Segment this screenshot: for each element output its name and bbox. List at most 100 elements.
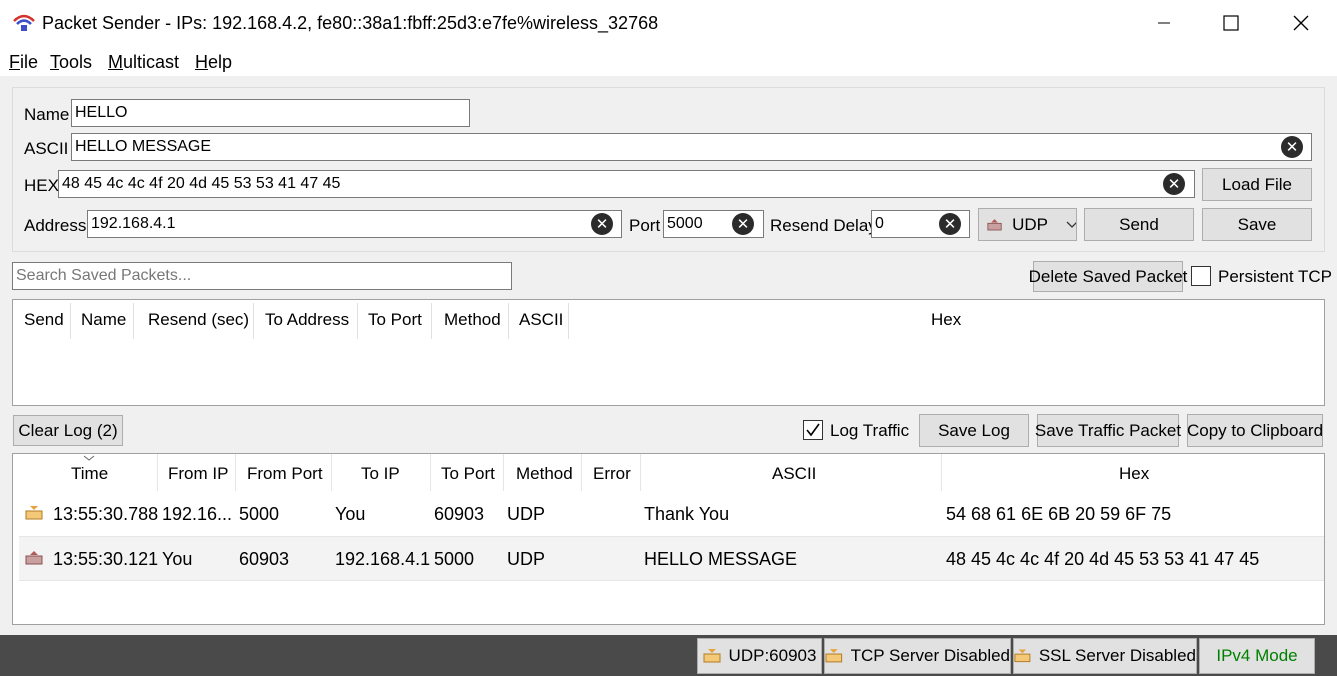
port-label: Port bbox=[629, 216, 661, 235]
cell-hex: 54 68 61 6E 6B 20 59 6F 75 bbox=[946, 504, 1172, 524]
sent-packet-icon bbox=[987, 218, 1002, 230]
save-traffic-packet-button[interactable]: Save Traffic Packet bbox=[1035, 414, 1181, 447]
hex-field[interactable]: 48 45 4c 4c 4f 20 4d 45 53 53 41 47 45 bbox=[58, 170, 1195, 198]
column-divider bbox=[508, 303, 509, 339]
cell-ascii: Thank You bbox=[644, 504, 730, 524]
clear-port-icon[interactable]: ✕ bbox=[732, 213, 754, 235]
traffic-log-table[interactable]: Time From IP From Port To IP To Port Met… bbox=[12, 453, 1325, 625]
column-header[interactable]: ASCII bbox=[519, 310, 563, 330]
cell-from-port: 5000 bbox=[239, 504, 280, 524]
name-label: Name bbox=[24, 105, 70, 124]
search-saved-packets-input[interactable]: Search Saved Packets... bbox=[12, 262, 512, 290]
ipv4-mode-button[interactable]: IPv4 Mode bbox=[1199, 638, 1315, 674]
column-header[interactable]: Time bbox=[71, 464, 108, 484]
maximize-icon bbox=[1223, 15, 1239, 31]
ascii-label: ASCII bbox=[24, 139, 69, 158]
column-divider bbox=[357, 303, 358, 339]
column-header[interactable]: To Port bbox=[441, 464, 495, 484]
title-bar: Packet Sender - IPs: 192.168.4.2, fe80::… bbox=[0, 0, 1337, 46]
send-button[interactable]: Send bbox=[1084, 208, 1194, 241]
column-header[interactable]: To IP bbox=[361, 464, 400, 484]
column-header[interactable]: From IP bbox=[168, 464, 228, 484]
cell-to-port: 5000 bbox=[434, 549, 475, 569]
cell-to-ip: 192.168.4.1 bbox=[335, 549, 431, 569]
resend-delay-label: Resend Delay bbox=[770, 216, 877, 235]
close-button[interactable] bbox=[1278, 0, 1324, 46]
cell-ascii: HELLO MESSAGE bbox=[644, 549, 798, 569]
column-header[interactable]: Error bbox=[593, 464, 631, 484]
tcp-status-button[interactable]: TCP Server Disabled bbox=[824, 638, 1011, 674]
cell-time: 13:55:30.121 bbox=[53, 549, 159, 569]
hex-label: HEX bbox=[24, 176, 59, 195]
column-divider bbox=[70, 303, 71, 339]
tcp-tag-icon bbox=[825, 649, 843, 663]
clear-resend-icon[interactable]: ✕ bbox=[939, 213, 961, 235]
sort-indicator-icon bbox=[83, 455, 95, 461]
clear-ascii-icon[interactable]: ✕ bbox=[1281, 136, 1303, 158]
column-divider bbox=[133, 303, 134, 339]
window-title: Packet Sender - IPs: 192.168.4.2, fe80::… bbox=[42, 13, 659, 33]
column-header[interactable]: From Port bbox=[247, 464, 323, 484]
column-header[interactable]: Resend (sec) bbox=[148, 310, 249, 330]
column-header[interactable]: Hex bbox=[931, 310, 961, 330]
column-header[interactable]: Hex bbox=[1119, 464, 1149, 484]
cell-method: UDP bbox=[507, 504, 546, 524]
menu-file[interactable]: File bbox=[9, 52, 38, 73]
method-value: UDP bbox=[1012, 214, 1048, 234]
method-select[interactable]: UDP bbox=[978, 208, 1077, 241]
menu-help[interactable]: Help bbox=[195, 52, 232, 73]
load-file-button[interactable]: Load File bbox=[1202, 168, 1312, 201]
cell-to-port: 60903 bbox=[434, 504, 485, 524]
ssl-status-button[interactable]: SSL Server Disabled bbox=[1013, 638, 1197, 674]
udp-status-label: UDP:60903 bbox=[728, 646, 817, 665]
minimize-icon bbox=[1158, 22, 1170, 24]
cell-hex: 48 45 4c 4c 4f 20 4d 45 53 53 41 47 45 bbox=[946, 549, 1260, 569]
persistent-tcp-checkbox[interactable] bbox=[1191, 266, 1211, 286]
column-header[interactable]: Method bbox=[516, 464, 573, 484]
menu-bar: File Tools Multicast Help bbox=[0, 46, 1337, 76]
saved-packets-table[interactable]: Send Name Resend (sec) To Address To Por… bbox=[12, 299, 1325, 406]
column-divider bbox=[253, 303, 254, 339]
column-header[interactable]: Name bbox=[81, 310, 126, 330]
received-packet-icon bbox=[25, 506, 43, 520]
minimize-button[interactable] bbox=[1141, 0, 1187, 46]
tcp-status-label: TCP Server Disabled bbox=[850, 646, 1010, 665]
log-traffic-checkbox[interactable] bbox=[803, 420, 823, 440]
clear-log-button[interactable]: Clear Log (2) bbox=[13, 415, 123, 446]
column-header[interactable]: Send bbox=[24, 310, 64, 330]
column-header[interactable]: ASCII bbox=[772, 464, 816, 484]
close-icon bbox=[1293, 15, 1309, 31]
clear-hex-icon[interactable]: ✕ bbox=[1163, 173, 1185, 195]
udp-status-button[interactable]: UDP:60903 bbox=[697, 638, 822, 674]
checkmark-icon bbox=[806, 423, 820, 437]
delete-saved-packet-button[interactable]: Delete Saved Packet bbox=[1029, 261, 1187, 292]
cell-from-port: 60903 bbox=[239, 549, 290, 569]
ascii-field[interactable]: HELLO MESSAGE bbox=[71, 133, 1312, 161]
column-header[interactable]: To Port bbox=[368, 310, 422, 330]
log-traffic-label: Log Traffic bbox=[830, 421, 910, 440]
chevron-down-icon bbox=[1066, 221, 1076, 228]
menu-tools[interactable]: Tools bbox=[50, 52, 92, 73]
cell-to-ip: You bbox=[335, 504, 366, 524]
save-button[interactable]: Save bbox=[1202, 208, 1312, 241]
column-header[interactable]: Method bbox=[444, 310, 501, 330]
ssl-tag-icon bbox=[1014, 649, 1031, 663]
cell-time: 13:55:30.788 bbox=[53, 504, 159, 524]
persistent-tcp-label: Persistent TCP bbox=[1218, 267, 1333, 286]
name-field[interactable]: HELLO bbox=[71, 99, 470, 127]
ssl-status-label: SSL Server Disabled bbox=[1038, 646, 1196, 665]
save-log-button[interactable]: Save Log bbox=[919, 414, 1029, 447]
address-field[interactable]: 192.168.4.1 bbox=[87, 210, 622, 238]
cell-from-ip: You bbox=[162, 549, 193, 569]
table-row[interactable]: 13:55:30.788 192.16... 5000 You 60903 UD… bbox=[19, 491, 1324, 536]
menu-multicast[interactable]: Multicast bbox=[108, 52, 179, 73]
table-row[interactable]: 13:55:30.121 You 60903 192.168.4.1 5000 … bbox=[19, 536, 1324, 581]
column-divider bbox=[431, 303, 432, 339]
column-divider bbox=[568, 303, 569, 339]
clear-address-icon[interactable]: ✕ bbox=[591, 213, 613, 235]
column-header[interactable]: To Address bbox=[265, 310, 349, 330]
sent-packet-icon bbox=[25, 551, 43, 565]
packet-sender-logo-icon bbox=[13, 14, 35, 31]
maximize-button[interactable] bbox=[1208, 0, 1254, 46]
copy-to-clipboard-button[interactable]: Copy to Clipboard bbox=[1187, 414, 1323, 447]
